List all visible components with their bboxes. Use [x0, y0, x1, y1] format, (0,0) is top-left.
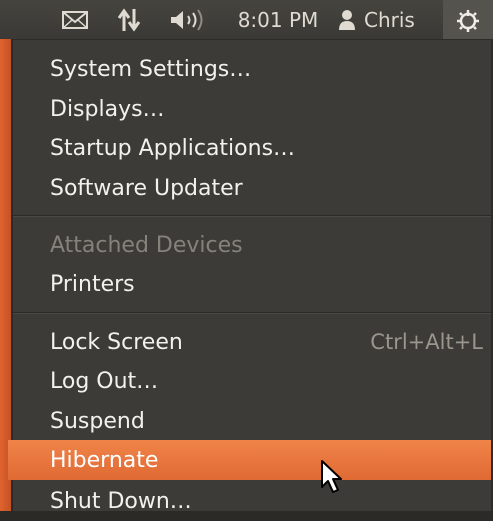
sound-icon: [171, 8, 203, 31]
menu-item-displays[interactable]: Displays…: [13, 89, 491, 129]
mouse-pointer-icon: [321, 460, 342, 493]
menu-item-label: Software Updater: [50, 175, 243, 201]
menu-item-label: Attached Devices: [50, 232, 243, 258]
menu-item-log-out[interactable]: Log Out…: [13, 361, 491, 401]
menu-item-label: Suspend: [50, 408, 145, 434]
mail-icon: [62, 10, 88, 29]
user-icon: [339, 9, 355, 30]
user-indicator[interactable]: Chris: [338, 0, 438, 39]
menu-item-label: Log Out…: [50, 368, 159, 394]
menu-separator: [13, 215, 491, 217]
sound-indicator[interactable]: [166, 0, 208, 39]
menu-item-label: Hibernate: [50, 447, 159, 473]
session-menu-button[interactable]: [443, 0, 493, 39]
shortcut-label: Ctrl+Alt+L: [370, 330, 483, 354]
menu-item-system-settings[interactable]: System Settings…: [13, 49, 491, 89]
menu-item-startup-applications[interactable]: Startup Applications…: [13, 128, 491, 168]
user-name: Chris: [364, 7, 415, 32]
menu-item-label: Displays…: [50, 96, 165, 122]
menu-item-shut-down[interactable]: Shut Down…: [13, 481, 491, 521]
menu-separator: [13, 312, 491, 314]
menu-item-hibernate[interactable]: Hibernate: [8, 440, 491, 480]
session-gear-icon: [457, 9, 479, 32]
clock[interactable]: 8:01 PM: [226, 0, 330, 39]
menu-item-label: System Settings…: [50, 56, 252, 82]
menu-item-label: Startup Applications…: [50, 135, 296, 161]
menu-item-label: Lock Screen: [50, 329, 183, 355]
session-menu: System Settings… Displays… Startup Appli…: [8, 40, 491, 514]
menu-item-software-updater[interactable]: Software Updater: [13, 168, 491, 208]
mail-indicator[interactable]: [58, 0, 92, 39]
menu-item-label: Printers: [50, 271, 135, 297]
menu-item-attached-devices: Attached Devices: [13, 225, 491, 265]
menu-item-printers[interactable]: Printers: [13, 264, 491, 304]
top-panel: 8:01 PM Chris: [0, 0, 493, 40]
menu-item-lock-screen[interactable]: Lock Screen Ctrl+Alt+L: [13, 322, 491, 362]
menu-item-suspend[interactable]: Suspend: [13, 401, 491, 441]
network-indicator[interactable]: [112, 0, 146, 39]
menu-item-label: Shut Down…: [50, 488, 192, 514]
network-icon: [117, 7, 141, 32]
